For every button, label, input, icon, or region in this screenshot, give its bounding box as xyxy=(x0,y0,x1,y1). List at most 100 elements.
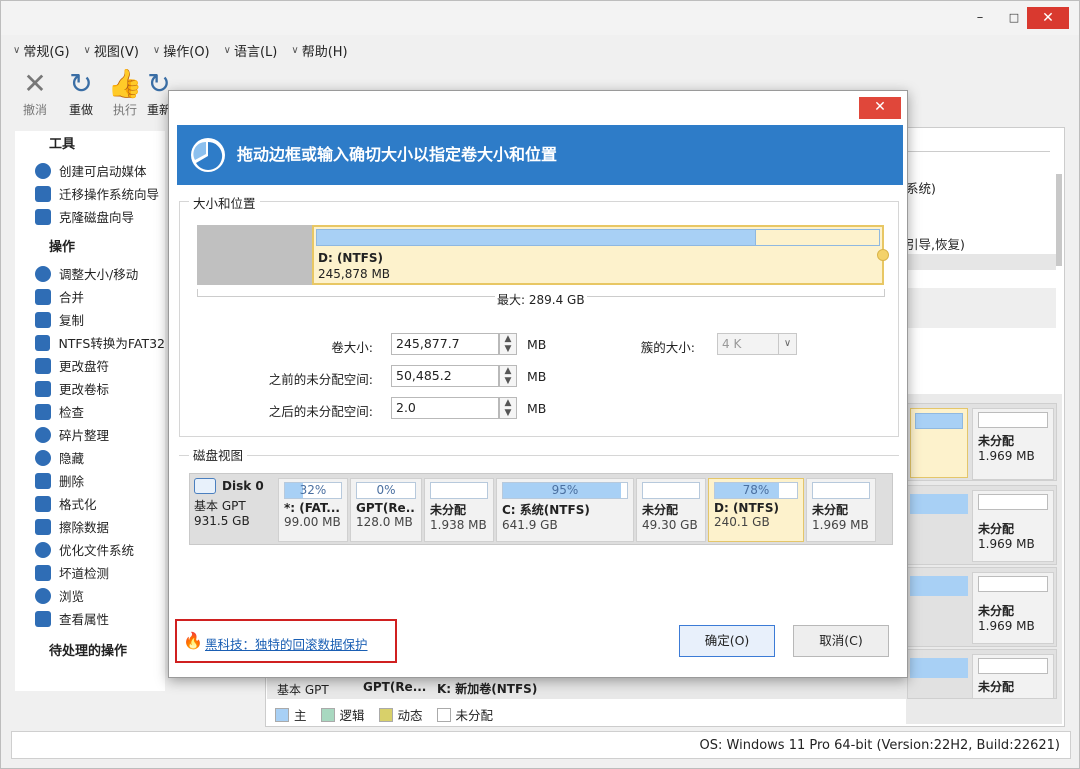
undo-button[interactable]: ✕ 撤消 xyxy=(13,67,57,118)
sidebar-item-clone-disk[interactable]: 克隆磁盘向导 xyxy=(15,205,165,228)
partition-name: 未分配 xyxy=(430,503,467,517)
sidebar-item-change-label[interactable]: 更改卷标 xyxy=(15,377,165,400)
partition-card[interactable]: 95% C: 系统(NTFS) 641.9 GB xyxy=(496,478,634,542)
legend-primary: 主 xyxy=(275,705,307,724)
partition-card[interactable]: 未分配 1.969 MB xyxy=(972,490,1054,562)
sidebar-item-optimize-fs[interactable]: 优化文件系统 xyxy=(15,538,165,561)
sidebar-item-copy[interactable]: 复制 xyxy=(15,308,165,331)
menu-language[interactable]: ∨ 语言(L) xyxy=(224,39,278,61)
partition-name: D: (NTFS) xyxy=(714,501,779,515)
disk-icon xyxy=(194,478,216,494)
cluster-size-select[interactable]: 4 K ∨ xyxy=(717,333,797,355)
redo-button[interactable]: ↻ 重做 xyxy=(59,67,103,118)
disk-info[interactable]: Disk 0 基本 GPT 931.5 GB xyxy=(194,478,278,542)
dialog-header: 拖动边框或输入确切大小以指定卷大小和位置 xyxy=(177,125,903,185)
partition-card[interactable]: 未分配 1.969 MB xyxy=(972,572,1054,644)
partition-card[interactable]: 未分配 1.969 MB xyxy=(806,478,876,542)
sidebar-item-change-letter[interactable]: 更改盘符 xyxy=(15,354,165,377)
legend-label: 未分配 xyxy=(455,708,494,723)
ok-button[interactable]: 确定(O) xyxy=(679,625,775,657)
unit-label: MB xyxy=(527,337,547,352)
disk-row-partial[interactable]: 基本 GPT GPT(Re... K: 新加卷(NTFS) xyxy=(267,677,907,699)
sidebar-item-label: 坏道检测 xyxy=(59,566,110,581)
redo-icon: ↻ xyxy=(69,67,93,100)
sidebar-item-migrate-os[interactable]: 迁移操作系统向导 xyxy=(15,182,165,205)
legend-swatch xyxy=(275,708,289,722)
scrollbar-thumb[interactable] xyxy=(1056,174,1062,266)
partition-card[interactable]: 未分配 1.938 MB xyxy=(424,478,494,542)
usage-bar: 32% xyxy=(284,482,342,499)
volume-handle[interactable]: D: (NTFS) 245,878 MB xyxy=(312,225,884,285)
sidebar-item-merge[interactable]: 合并 xyxy=(15,285,165,308)
volume-size-input[interactable]: 245,877.7 xyxy=(391,333,499,355)
disk-map: Disk 0 基本 GPT 931.5 GB 32% *: (FAT... 99.0… xyxy=(189,473,893,545)
list-fragment: 系统) xyxy=(906,181,936,196)
volume-size: 245,878 MB xyxy=(318,267,391,281)
disk-card[interactable]: 未分配 1.969 MB xyxy=(907,403,1057,481)
menu-operation[interactable]: ∨ 操作(O) xyxy=(153,39,210,61)
usage-bar xyxy=(910,576,968,596)
sidebar-item-hide[interactable]: 隐藏 xyxy=(15,446,165,469)
menu-view[interactable]: ∨ 视图(V) xyxy=(84,39,139,61)
rollback-protection-link[interactable]: 黑科技：独特的回滚数据保护 xyxy=(205,634,368,653)
sidebar-item-resize[interactable]: 调整大小/移动 xyxy=(15,262,165,285)
flame-icon: 🔥 xyxy=(183,631,203,650)
maximize-button[interactable]: □ xyxy=(999,8,1029,28)
minimize-button[interactable]: – xyxy=(965,8,995,28)
menu-help[interactable]: ∨ 帮助(H) xyxy=(291,39,347,61)
sidebar-item-properties[interactable]: 查看属性 xyxy=(15,607,165,630)
cluster-size-label: 簇的大小: xyxy=(640,340,695,355)
volume-name: D: (NTFS) xyxy=(318,251,383,265)
disk-card[interactable]: 未分配 1.969 MB xyxy=(907,485,1057,565)
partition-card[interactable]: 未分配 1.969 MB xyxy=(972,408,1054,480)
usage-percent: 0% xyxy=(376,483,396,497)
sidebar-item-check[interactable]: 检查 xyxy=(15,400,165,423)
partition-card[interactable]: 未分配 49.30 GB xyxy=(636,478,706,542)
sidebar-item-format[interactable]: 格式化 xyxy=(15,492,165,515)
before-space-stepper[interactable]: ▲ ▼ xyxy=(499,365,517,387)
convert-icon xyxy=(35,334,51,351)
menu-general[interactable]: ∨ 常规(G) xyxy=(13,39,70,61)
execute-button[interactable]: 👍 执行 xyxy=(103,67,147,118)
partition-card[interactable]: 0% GPT(Re... 128.0 MB xyxy=(350,478,422,542)
sidebar-item-label: 合并 xyxy=(59,290,85,305)
sidebar-item-delete[interactable]: 删除 xyxy=(15,469,165,492)
usage-percent: 95% xyxy=(551,483,579,497)
dialog-close-button[interactable]: ✕ xyxy=(859,97,901,119)
edit-icon xyxy=(35,380,51,397)
sidebar-item-bootable-media[interactable]: 创建可启动媒体 xyxy=(15,159,165,182)
usage-bar: 95% xyxy=(502,482,628,499)
partition-card[interactable]: 未分配 xyxy=(972,654,1054,698)
sidebar-item-label: 检查 xyxy=(59,405,85,420)
legend-swatch xyxy=(320,708,335,722)
check-icon xyxy=(35,403,51,420)
volume-size-stepper[interactable]: ▲ ▼ xyxy=(499,333,517,355)
partition-size: 1.969 MB xyxy=(978,619,1035,633)
after-space-stepper[interactable]: ▲ ▼ xyxy=(499,397,517,419)
disk-card[interactable]: 未分配 1.969 MB xyxy=(907,567,1057,647)
sidebar-item-defrag[interactable]: 碎片整理 xyxy=(15,423,165,446)
disk-card[interactable]: 未分配 xyxy=(907,649,1057,699)
before-space-input[interactable]: 50,485.2 xyxy=(391,365,499,387)
partition-card[interactable]: 78% D: (NTFS) 240.1 GB xyxy=(708,478,804,542)
search-icon xyxy=(35,587,51,604)
eraser-icon xyxy=(35,518,51,535)
pending-title: 待处理的操作 xyxy=(49,644,128,659)
after-space-input[interactable]: 2.0 xyxy=(391,397,499,419)
cancel-button[interactable]: 取消(C) xyxy=(793,625,889,657)
sidebar-item-label: 更改盘符 xyxy=(59,359,110,374)
close-button[interactable]: ✕ xyxy=(1027,7,1069,29)
resize-handle-right[interactable] xyxy=(877,249,889,261)
partition-size: 1.969 MB xyxy=(978,449,1035,463)
sidebar-item-bad-sector[interactable]: 坏道检测 xyxy=(15,561,165,584)
chevron-down-icon: ∨ xyxy=(223,44,231,56)
sidebar-item-ntfs-to-fat32[interactable]: NTFS转换为FAT32 xyxy=(15,331,165,354)
delete-icon xyxy=(35,472,51,489)
menu-label: 帮助(H) xyxy=(301,44,348,60)
sidebar-item-browse[interactable]: 浏览 xyxy=(15,584,165,607)
partition-card[interactable]: 32% *: (FAT... 99.00 MB xyxy=(278,478,348,542)
sidebar-item-wipe[interactable]: 擦除数据 xyxy=(15,515,165,538)
usage-bar xyxy=(910,494,968,514)
dialog-title: 拖动边框或输入确切大小以指定卷大小和位置 xyxy=(237,145,558,164)
selected-partition[interactable] xyxy=(910,408,968,478)
